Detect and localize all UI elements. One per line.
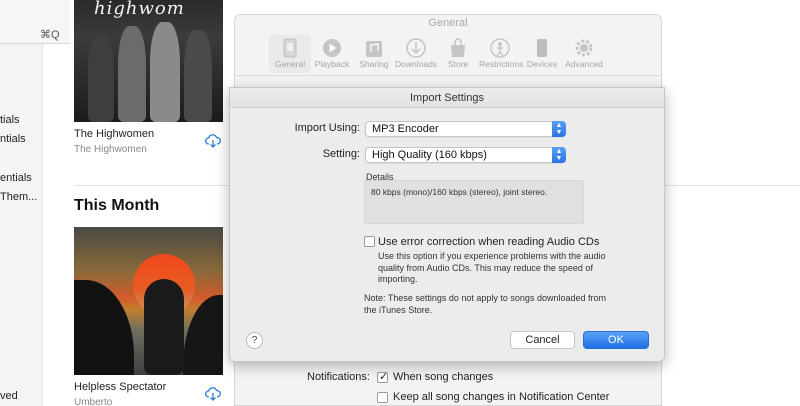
download-icon	[406, 38, 426, 58]
menu-item-quit[interactable]: ⌘Q	[0, 0, 70, 44]
tab-label: Playback	[314, 59, 350, 69]
ok-button[interactable]: OK	[583, 331, 649, 349]
divider	[662, 185, 800, 186]
keep-song-changes-checkbox[interactable]	[377, 392, 388, 403]
general-icon	[283, 38, 297, 58]
tab-label: General	[274, 59, 306, 69]
divider	[74, 185, 234, 186]
restrictions-icon	[490, 38, 510, 58]
device-icon	[537, 39, 547, 57]
tab-label: Restrictions	[479, 59, 524, 69]
cloud-download-icon[interactable]	[205, 134, 221, 153]
notifications-label: Notifications:	[307, 371, 370, 383]
tab-label: Devices	[526, 59, 558, 69]
art-cliff	[74, 280, 134, 375]
menu-shortcut: ⌘Q	[40, 29, 60, 41]
sidebar-item[interactable]: entials	[0, 172, 43, 184]
tab-label: Downloads	[395, 59, 438, 69]
tab-store[interactable]: Store	[437, 35, 479, 73]
tab-general[interactable]: General	[269, 35, 311, 73]
error-correction-label[interactable]: Use error correction when reading Audio …	[378, 236, 599, 248]
preferences-toolbar: General Playback Sharing Downloads Store…	[269, 35, 605, 73]
tab-label: Store	[447, 59, 469, 69]
gear-icon	[575, 39, 593, 57]
album-artist[interactable]: Umberto	[74, 397, 112, 406]
sidebar-item[interactable]: Them...	[0, 191, 43, 203]
tab-restrictions[interactable]: Restrictions	[479, 35, 524, 73]
help-button[interactable]: ?	[246, 332, 263, 349]
setting-label: Setting:	[322, 148, 360, 160]
toolbar-separator	[235, 75, 661, 76]
tab-sharing[interactable]: Sharing	[353, 35, 395, 73]
tab-playback[interactable]: Playback	[311, 35, 353, 73]
album-artwork[interactable]: highwom	[74, 0, 223, 122]
tab-devices[interactable]: Devices	[521, 35, 563, 73]
setting-select[interactable]: High Quality (160 kbps) ▲ ▼	[365, 147, 566, 163]
art-figure	[118, 26, 146, 122]
tab-downloads[interactable]: Downloads	[395, 35, 437, 73]
import-using-label: Import Using:	[294, 122, 360, 134]
tab-advanced[interactable]: Advanced	[563, 35, 605, 73]
play-icon	[323, 39, 341, 57]
sidebar-item[interactable]: ved	[0, 390, 43, 402]
art-figure	[150, 22, 180, 122]
album-title[interactable]: Helpless Spectator	[74, 381, 166, 393]
store-icon	[451, 38, 465, 57]
sidebar-item[interactable]: ntials	[0, 133, 43, 145]
sidebar	[0, 0, 43, 406]
when-song-changes-checkbox[interactable]	[377, 370, 388, 383]
import-settings-dialog: Import Settings Import Using: MP3 Encode…	[229, 87, 665, 362]
cancel-button[interactable]: Cancel	[510, 331, 575, 349]
sidebar-item[interactable]: tials	[0, 114, 43, 126]
album-artwork[interactable]	[74, 227, 223, 375]
album-artist[interactable]: The Highwomen	[74, 144, 147, 155]
setting-value: High Quality (160 kbps)	[372, 149, 487, 161]
art-cliff	[183, 295, 223, 375]
album-art-logo: highwom	[94, 0, 185, 19]
dialog-title: Import Settings	[230, 88, 664, 108]
import-using-value: MP3 Encoder	[372, 123, 439, 135]
sharing-icon	[366, 41, 382, 57]
when-song-changes-label[interactable]: When song changes	[393, 371, 493, 383]
store-note: Note: These settings do not apply to son…	[364, 293, 606, 315]
details-text: 80 kbps (mono)/160 kbps (stereo), joint …	[371, 187, 548, 197]
art-figure	[88, 34, 114, 122]
error-correction-help: Use this option if you experience proble…	[378, 251, 606, 284]
keep-song-changes-label[interactable]: Keep all song changes in Notification Ce…	[393, 391, 609, 403]
error-correction-checkbox[interactable]	[364, 236, 375, 247]
window-title: General	[428, 17, 468, 29]
art-figure	[184, 30, 212, 122]
tab-label: Sharing	[359, 59, 389, 69]
chevron-updown-icon: ▲ ▼	[552, 147, 566, 163]
import-using-select[interactable]: MP3 Encoder ▲ ▼	[365, 121, 566, 137]
chevron-updown-icon: ▲ ▼	[552, 121, 566, 137]
cloud-download-icon[interactable]	[205, 387, 221, 406]
details-box: 80 kbps (mono)/160 kbps (stereo), joint …	[364, 180, 584, 224]
art-figure	[144, 279, 184, 375]
tab-label: Advanced	[565, 59, 603, 69]
section-title: This Month	[74, 197, 160, 214]
album-title[interactable]: The Highwomen	[74, 128, 154, 140]
